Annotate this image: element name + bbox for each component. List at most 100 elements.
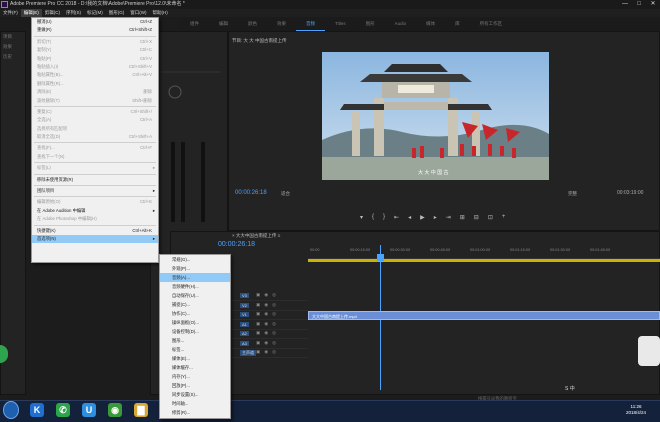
preferences-item[interactable]: 外观(P)... — [160, 264, 230, 273]
play-icon[interactable]: ▶ — [420, 214, 425, 221]
workspace-tab-3[interactable]: 效果 — [267, 17, 296, 31]
edit-menu-item[interactable]: 快捷键(K) Ctrl+Alt+K — [32, 227, 158, 235]
track-header[interactable]: 主声道 ▣◉◎ — [228, 349, 308, 358]
close-button[interactable]: ✕ — [646, 0, 660, 9]
menu-0[interactable]: 文件(F) — [0, 9, 21, 17]
timeline-ruler[interactable]: 00:00 00:00:15:00 00:00:30:00 00:00:45:00 00… — [308, 245, 660, 259]
preferences-item[interactable]: 回放(P)... — [160, 381, 230, 390]
panel-label-project[interactable]: 项目 — [1, 32, 25, 42]
track-toggle-icon[interactable]: ▣◉◎ — [256, 302, 280, 308]
menu-3[interactable]: 序列(S) — [63, 9, 84, 17]
menu-separator — [34, 173, 156, 175]
program-timecode[interactable]: 00:00:26:18 — [235, 190, 267, 196]
clock[interactable]: 11:26 2018/4/24 — [626, 404, 646, 416]
minimize-button[interactable]: — — [618, 0, 632, 9]
preferences-item[interactable]: 音频(A)... — [160, 273, 230, 282]
menu-5[interactable]: 图形(G) — [106, 9, 128, 17]
preferences-item[interactable]: 自动保存(U)... — [160, 291, 230, 300]
preferences-item[interactable]: 常规(G)... — [160, 255, 230, 264]
workspace-tab-4[interactable]: 音频 — [296, 17, 325, 31]
workspace-tab-6[interactable]: 图形 — [356, 17, 385, 31]
workspace-tab-0[interactable]: 组件 — [180, 17, 209, 31]
export-frame-icon[interactable]: ⊡ — [488, 214, 493, 221]
track-toggle-icon[interactable]: ▣◉◎ — [256, 321, 280, 327]
track-toggle-icon[interactable]: ▣◉◎ — [256, 330, 280, 336]
out-point-icon[interactable]: } — [383, 214, 385, 221]
overwrite-icon[interactable]: ⊟ — [474, 214, 479, 221]
preferences-item[interactable]: 捕捉(C)... — [160, 300, 230, 309]
ime-toolbar[interactable]: S 中 — [565, 385, 575, 392]
menu-2[interactable]: 剪辑(C) — [42, 9, 63, 17]
edit-menu-item: 波纹删除(T) Shift+删除 — [32, 97, 158, 105]
start-button[interactable] — [3, 401, 19, 419]
edit-menu-item[interactable]: 首选项(N) ▸ — [32, 234, 158, 244]
edit-menu-item: 粘贴插入(I) Ctrl+Shift+V — [32, 63, 158, 71]
preferences-item[interactable]: 操纵面板(O)... — [160, 318, 230, 327]
workspace-tab-2[interactable]: 颜色 — [238, 17, 267, 31]
insert-icon[interactable]: ⊞ — [460, 214, 465, 221]
preferences-item[interactable]: 媒体(E)... — [160, 354, 230, 363]
preferences-item[interactable]: 标签... — [160, 345, 230, 354]
timeline-timecode[interactable]: 00:00:26:18 — [218, 241, 255, 248]
workspace-tab-8[interactable]: 媒体 — [416, 17, 445, 31]
track-header[interactable]: V1 ▣◉◎ — [228, 311, 308, 320]
track-header[interactable]: V2 ▣◉◎ — [228, 302, 308, 311]
step-back-icon[interactable]: ◂ — [408, 214, 411, 221]
track-header[interactable]: A2 ▣◉◎ — [228, 330, 308, 339]
preferences-item[interactable]: 修剪(R)... — [160, 408, 230, 417]
preferences-item[interactable]: 时间轴... — [160, 399, 230, 408]
menu-7[interactable]: 帮助(H) — [150, 9, 171, 17]
quality-dropdown[interactable]: 完整 — [568, 191, 577, 197]
preferences-item[interactable]: 内存(Y)... — [160, 372, 230, 381]
timeline-title[interactable]: × 大大中国古南提上传 ≡ — [232, 233, 280, 239]
submenu-arrow-icon: ▸ — [152, 188, 155, 194]
menu-4[interactable]: 标记(M) — [84, 9, 106, 17]
panel-label-effects[interactable]: 效果 — [1, 42, 25, 52]
folder-icon[interactable]: ▇ — [134, 403, 148, 417]
edit-menu-item[interactable]: 团队项目 ▸ — [32, 187, 158, 195]
workspace-tab-7[interactable]: Audio — [385, 17, 417, 31]
wechat-icon[interactable]: ✆ — [56, 403, 70, 417]
track-header[interactable]: A1 ▣◉◎ — [228, 321, 308, 330]
menu-6[interactable]: 窗口(W) — [127, 9, 149, 17]
edit-menu-item[interactable]: 撤消(U) Ctrl+Z — [32, 18, 158, 26]
panel-label-history[interactable]: 历史 — [1, 52, 25, 62]
preferences-item[interactable]: 音频硬件(H)... — [160, 282, 230, 291]
edit-menu-item[interactable]: 重做(R) Ctrl+Shift+Z — [32, 26, 158, 34]
track-header[interactable]: V3 ▣◉◎ — [228, 292, 308, 301]
preferences-item[interactable]: 协作(C)... — [160, 309, 230, 318]
workspace-tab-1[interactable]: 编辑 — [209, 17, 238, 31]
preferences-item[interactable]: 设备控制(D)... — [160, 327, 230, 336]
preferences-item[interactable]: 媒体缓存... — [160, 363, 230, 372]
go-to-out-icon[interactable]: ⇥ — [446, 214, 451, 221]
step-forward-icon[interactable]: ▸ — [434, 214, 437, 221]
fit-dropdown[interactable]: 适合 — [281, 191, 290, 197]
maximize-button[interactable]: □ — [632, 0, 646, 9]
track-toggle-icon[interactable]: ▣◉◎ — [256, 311, 280, 317]
preferences-item[interactable]: 图形... — [160, 336, 230, 345]
playhead-handle[interactable] — [377, 254, 384, 261]
track-header[interactable]: A3 ▣◉◎ — [228, 340, 308, 349]
work-area-bar[interactable] — [308, 259, 660, 262]
go-to-in-icon[interactable]: ⇤ — [394, 214, 399, 221]
track-toggle-icon[interactable]: ▣◉◎ — [256, 349, 280, 355]
marker-icon[interactable]: ▾ — [360, 214, 363, 221]
workspace-tab-5[interactable]: Titles — [325, 17, 356, 31]
track-toggle-icon[interactable]: ▣◉◎ — [256, 292, 280, 298]
edit-menu-item[interactable]: 在 Adobe Audition 中编辑 ▸ — [32, 207, 158, 215]
k-icon[interactable]: K — [30, 403, 44, 417]
in-point-icon[interactable]: { — [372, 214, 374, 221]
workspace-tab-9[interactable]: 库 — [445, 17, 470, 31]
preferences-item[interactable]: 同步设置(S)... — [160, 390, 230, 399]
u-icon[interactable]: U — [82, 403, 96, 417]
workspace-tab-10[interactable]: 所有工作区 — [470, 17, 513, 31]
timeline-clip[interactable]: 大大中国古南提上传.mp4 — [308, 311, 660, 320]
game-icon[interactable]: ◉ — [108, 403, 122, 417]
menu-item-shortcut: Ctrl+E — [139, 199, 152, 205]
add-icon[interactable]: + — [502, 214, 506, 221]
menu-1[interactable]: 编辑(E) — [20, 9, 42, 17]
menu-item-label: 清除(E) — [37, 89, 52, 95]
side-widget[interactable] — [638, 336, 660, 366]
edit-menu-item[interactable]: 移除未使用资源(R) — [32, 176, 158, 184]
track-toggle-icon[interactable]: ▣◉◎ — [256, 340, 280, 346]
